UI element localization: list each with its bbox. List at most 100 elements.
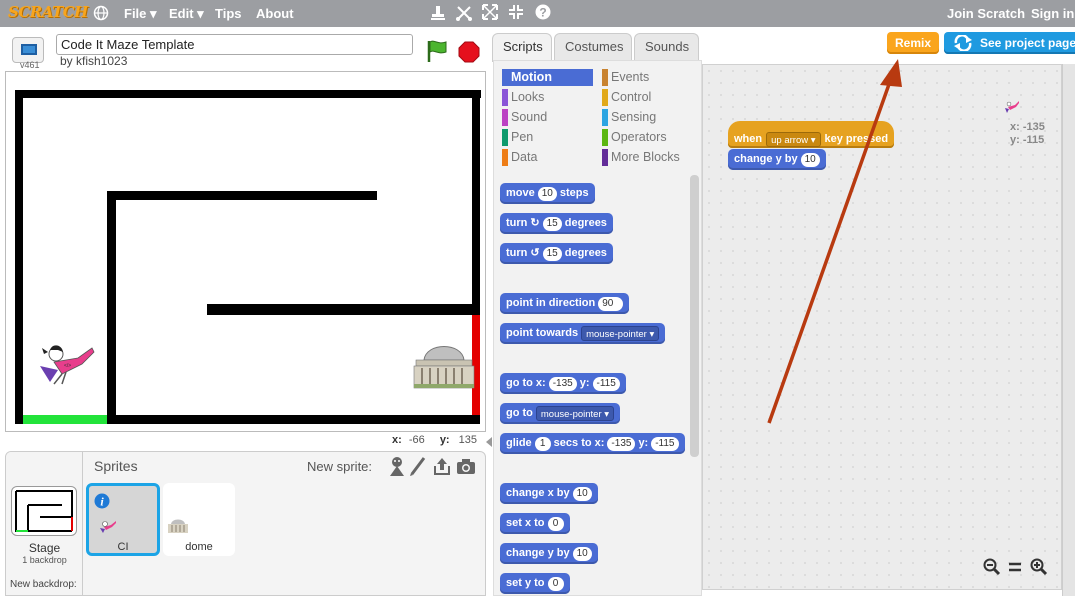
globe-icon[interactable] (93, 4, 109, 26)
maze-wall-top (15, 90, 481, 98)
about-menu[interactable]: About (256, 6, 294, 21)
zoom-reset-icon[interactable] (1007, 558, 1023, 576)
block-input[interactable]: -135 (548, 376, 577, 391)
block-text: point towards (506, 327, 579, 339)
block-input[interactable]: 0 (547, 516, 564, 531)
tab-costumes[interactable]: Costumes (554, 33, 632, 61)
events-color-swatch (602, 69, 608, 86)
block-input[interactable]: -115 (592, 376, 620, 391)
tab-sounds[interactable]: Sounds (634, 33, 699, 61)
block-input[interactable]: 10 (800, 152, 820, 167)
stop-sign-icon[interactable] (458, 41, 480, 63)
maze-wall-right-upper (472, 90, 480, 311)
category-more-blocks[interactable]: More Blocks (602, 149, 702, 166)
file-menu[interactable]: File ▾ (124, 6, 157, 22)
sprite-info-icon[interactable]: i (94, 493, 110, 509)
block-input[interactable]: 10 (572, 486, 592, 501)
category-data[interactable]: Data (502, 149, 593, 166)
block-change-x[interactable]: change x by 10 (500, 483, 598, 504)
project-title-input[interactable] (56, 34, 413, 55)
category-looks[interactable]: Looks (502, 89, 593, 106)
block-text: steps (559, 187, 589, 199)
block-text: y: (579, 377, 590, 389)
block-set-x[interactable]: set x to 0 (500, 513, 570, 534)
category-events[interactable]: Events (602, 69, 693, 86)
dome-sprite[interactable] (412, 338, 476, 390)
block-go-to[interactable]: go to mouse-pointer (500, 403, 621, 424)
green-flag-icon[interactable] (426, 39, 448, 63)
block-dropdown[interactable]: mouse-pointer (535, 406, 615, 421)
sprite-tile-dome[interactable]: dome (163, 483, 235, 556)
tips-menu[interactable]: Tips (215, 6, 242, 21)
new-backdrop-label: New backdrop: (10, 579, 77, 590)
block-input[interactable]: 0 (547, 576, 564, 591)
see-project-label: See project page (980, 36, 1075, 50)
join-scratch-link[interactable]: Join Scratch (947, 6, 1025, 21)
superhero-sprite[interactable]: </> (36, 340, 98, 388)
cut-scissors-icon[interactable] (455, 4, 473, 27)
key-dropdown[interactable]: up arrow (766, 131, 821, 147)
camera-icon[interactable] (456, 458, 476, 477)
block-input[interactable]: -135 (607, 436, 636, 451)
rotate-clockwise-icon: ↻ (530, 217, 540, 229)
duplicate-stamp-icon[interactable] (430, 4, 446, 27)
help-icon[interactable]: ? (535, 4, 551, 25)
block-dropdown[interactable]: 90 (598, 296, 624, 311)
block-input[interactable]: 15 (542, 216, 562, 231)
sprite-library-icon[interactable] (388, 456, 406, 479)
block-turn-right[interactable]: turn ↻ 15 degrees (500, 213, 613, 234)
block-set-y[interactable]: set y to 0 (500, 573, 570, 594)
block-input[interactable]: 10 (537, 186, 557, 201)
category-more-blocks-label: More Blocks (611, 150, 680, 164)
block-point-towards[interactable]: point towards mouse-pointer (500, 323, 666, 344)
grow-icon[interactable] (482, 4, 498, 25)
category-pen-label: Pen (511, 130, 534, 144)
tab-scripts[interactable]: Scripts (492, 33, 552, 62)
block-glide[interactable]: glide 1 secs to x: -135 y: -115 (500, 433, 685, 454)
block-input[interactable]: 15 (542, 246, 562, 261)
block-point-in-direction[interactable]: point in direction 90 (500, 293, 630, 314)
palette-scrollbar[interactable] (690, 175, 699, 457)
category-control[interactable]: Control (602, 89, 693, 106)
upload-sprite-icon[interactable] (432, 456, 452, 479)
project-author: by kfish1023 (60, 54, 128, 68)
block-turn-left[interactable]: turn ↺ 15 degrees (500, 243, 613, 264)
category-operators[interactable]: Operators (602, 129, 693, 146)
sign-in-link[interactable]: Sign in (1031, 6, 1074, 21)
category-sensing[interactable]: Sensing (602, 109, 693, 126)
remix-button[interactable]: Remix (887, 32, 939, 54)
fullscreen-icon (21, 44, 37, 55)
sprite-tile-ci[interactable]: i CI (86, 483, 160, 556)
block-text: degrees (564, 247, 607, 259)
category-operators-label: Operators (611, 130, 667, 144)
right-panel-edge (1062, 64, 1075, 596)
block-input[interactable]: -115 (651, 436, 679, 451)
collapse-arrow-icon[interactable] (486, 436, 492, 447)
operators-color-swatch (602, 129, 608, 146)
hat-block-when-key-pressed[interactable]: when up arrow key pressed (728, 121, 895, 148)
block-text: degrees (564, 217, 607, 229)
block-palette: Motion Looks Sound Pen Data Events Contr… (493, 60, 702, 596)
see-project-page-button[interactable]: See project page (944, 32, 1075, 54)
category-sensing-label: Sensing (611, 110, 657, 124)
shrink-icon[interactable] (508, 4, 524, 25)
edit-menu[interactable]: Edit ▾ (169, 6, 204, 22)
stage-canvas[interactable]: </> (5, 71, 486, 432)
block-dropdown[interactable]: mouse-pointer (581, 326, 660, 341)
block-move-steps[interactable]: move 10 steps (500, 183, 595, 204)
scratch-logo[interactable]: SCRATCH (8, 3, 88, 21)
block-change-y[interactable]: change y by 10 (500, 543, 598, 564)
block-text: turn (506, 217, 528, 229)
zoom-in-icon[interactable] (1030, 558, 1048, 576)
stage-thumbnail[interactable] (11, 486, 77, 536)
paint-brush-icon[interactable] (409, 456, 427, 479)
block-input[interactable]: 10 (572, 546, 592, 561)
category-pen[interactable]: Pen (502, 129, 593, 146)
block-input[interactable]: 1 (534, 436, 551, 451)
zoom-out-icon[interactable] (983, 558, 1001, 576)
script-block-change-y[interactable]: change y by 10 (728, 149, 826, 170)
block-go-to-xy[interactable]: go to x: -135 y: -115 (500, 373, 626, 394)
category-sound[interactable]: Sound (502, 109, 593, 126)
sprites-pane: Stage 1 backdrop New backdrop: Sprites N… (5, 451, 486, 596)
category-motion[interactable]: Motion (502, 69, 593, 86)
